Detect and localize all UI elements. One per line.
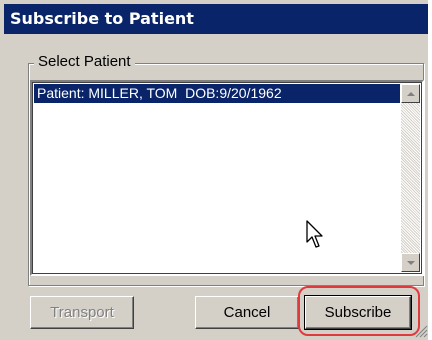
mouse-pointer-icon: [306, 220, 323, 248]
scroll-down-button[interactable]: [401, 253, 420, 272]
cancel-button[interactable]: Cancel: [195, 296, 299, 329]
subscribe-dialog: Subscribe to Patient Select Patient Pati…: [0, 0, 428, 340]
dialog-title: Subscribe to Patient: [10, 9, 194, 28]
patient-list-item[interactable]: Patient: MILLER, TOM DOB:9/20/1962: [34, 84, 400, 103]
scroll-up-arrow-icon: [406, 91, 415, 96]
resize-grip-icon[interactable]: [414, 324, 428, 338]
subscribe-button[interactable]: Subscribe: [304, 295, 412, 330]
scroll-up-button[interactable]: [401, 84, 420, 103]
dialog-title-bar[interactable]: Subscribe to Patient: [4, 4, 428, 34]
patient-listbox[interactable]: Patient: MILLER, TOM DOB:9/20/1962: [30, 80, 424, 276]
select-patient-group-label: Select Patient: [34, 53, 135, 71]
transport-button[interactable]: Transport: [30, 296, 134, 329]
scroll-down-arrow-icon: [406, 260, 415, 265]
vertical-scrollbar[interactable]: [401, 84, 420, 272]
